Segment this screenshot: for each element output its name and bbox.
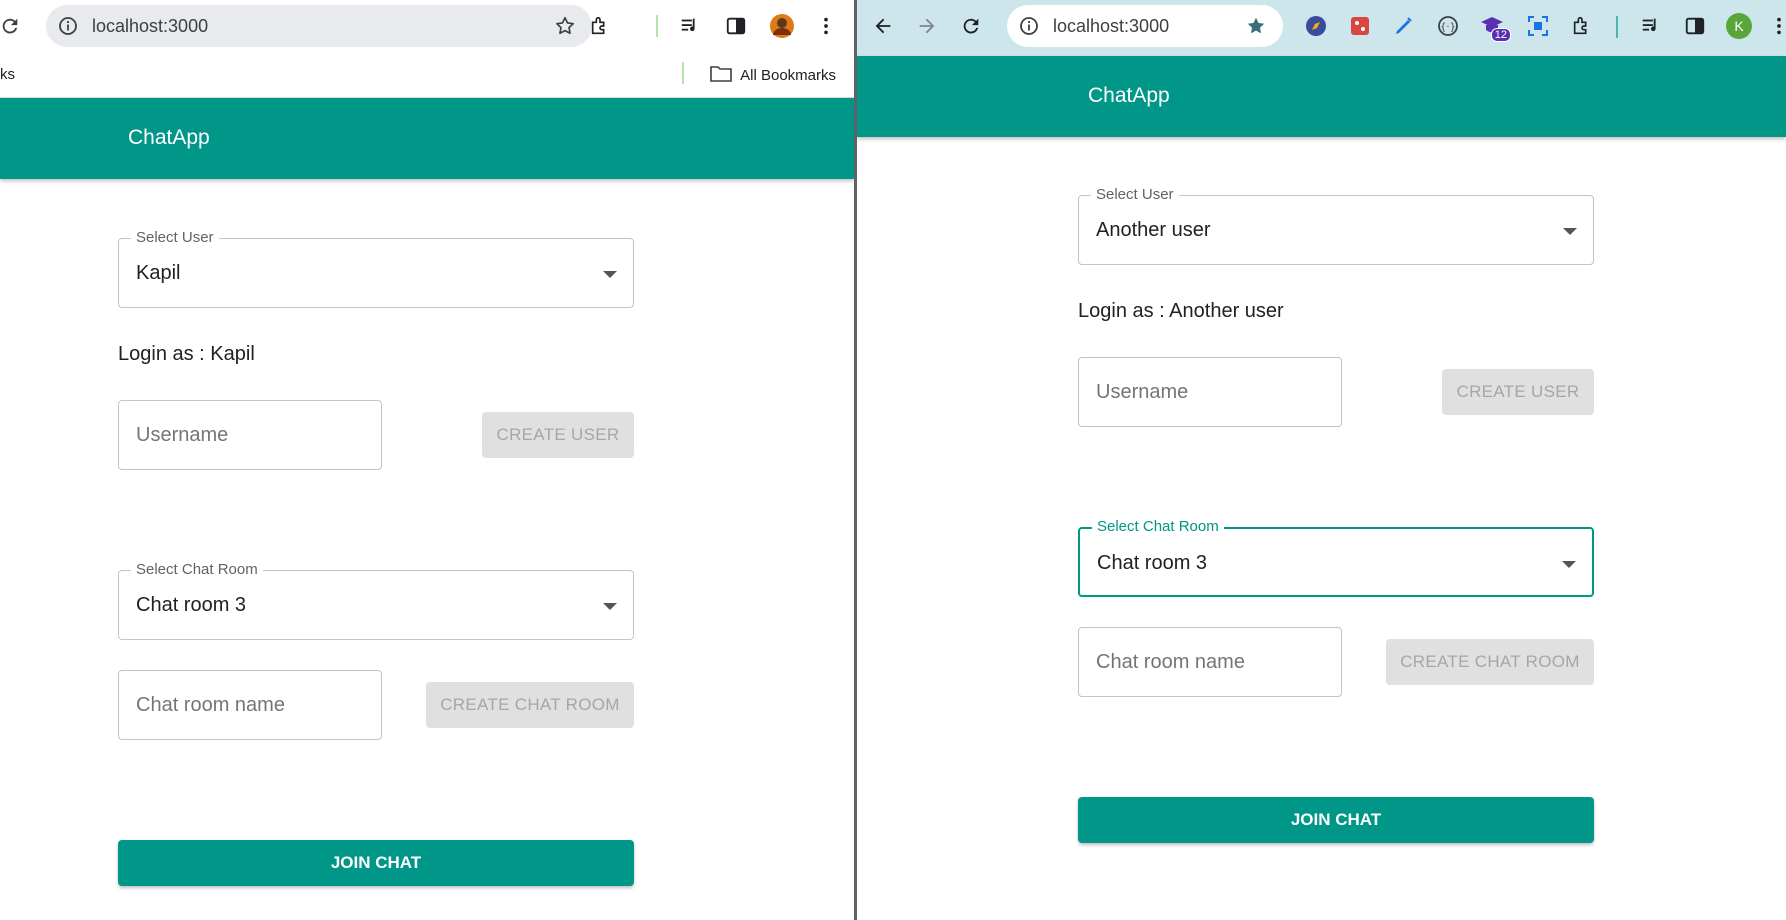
extension-badge: 12 [1490,28,1511,42]
menu-dots-icon[interactable] [1763,10,1786,42]
select-room-value: Chat room 3 [1097,552,1208,574]
app-bar: ChatApp [0,98,854,179]
dropdown-arrow-icon [1563,228,1577,235]
reload-icon[interactable] [0,10,26,42]
folder-icon [710,64,732,86]
screenshot-icon[interactable] [1522,10,1554,42]
login-as-text: Login as : Kapil [118,343,255,365]
create-user-button[interactable]: CREATE USER [1442,369,1594,415]
create-user-button[interactable]: CREATE USER [482,412,634,458]
bookmarks-bar: ks All Bookmarks [0,54,854,98]
site-info-icon[interactable] [56,14,80,38]
select-room-value: Chat room 3 [136,594,247,616]
dropdown-arrow-icon [1562,561,1576,568]
code-extension-icon[interactable]: {·} [1432,10,1464,42]
highlighter-icon[interactable] [1388,10,1420,42]
select-user-value: Another user [1096,219,1211,241]
side-panel-icon[interactable] [720,10,752,42]
dropdown-arrow-icon [603,271,617,278]
all-bookmarks-button[interactable]: All Bookmarks [710,64,836,86]
address-bar[interactable]: localhost:3000 [1007,5,1283,47]
browser-toolbar: localhost:3000 {·} 12 K [857,0,1786,56]
extensions-icon[interactable] [584,10,616,42]
profile-letter: K [1726,13,1752,39]
media-control-icon[interactable] [1635,10,1667,42]
site-info-icon[interactable] [1017,14,1041,38]
toolbar-separator [1616,16,1618,38]
create-chat-room-button[interactable]: CREATE CHAT ROOM [426,682,634,728]
select-user-dropdown[interactable]: Select User Another user [1078,186,1594,265]
username-input[interactable] [118,400,382,470]
media-control-icon[interactable] [674,10,706,42]
forward-icon[interactable] [911,10,943,42]
left-browser-window: localhost:3000 ks All Bookmarks ChatApp … [0,0,854,920]
login-as-text: Login as : Another user [1078,300,1284,322]
side-panel-icon[interactable] [1679,10,1711,42]
app-title: ChatApp [1088,84,1170,107]
chat-room-name-input[interactable] [1078,627,1342,697]
username-field[interactable] [119,401,381,469]
compass-extension-icon[interactable] [1300,10,1332,42]
bookmark-item[interactable]: ks [0,66,15,83]
url-text: localhost:3000 [92,15,209,36]
toolbar-separator [656,15,658,37]
svg-text:{·}: {·} [1440,22,1456,33]
app-title: ChatApp [128,126,210,149]
create-chat-room-button[interactable]: CREATE CHAT ROOM [1386,639,1594,685]
select-chat-room-dropdown[interactable]: Select Chat Room Chat room 3 [118,561,634,640]
profile-avatar[interactable]: K [1723,10,1755,42]
url-text: localhost:3000 [1053,15,1170,36]
right-browser-window: localhost:3000 {·} 12 K ChatApp Select U… [857,0,1786,920]
bookmark-star-icon[interactable] [550,11,580,41]
username-field[interactable] [1079,358,1341,426]
menu-dots-icon[interactable] [810,10,842,42]
chat-room-name-input[interactable] [118,670,382,740]
select-room-label: Select Chat Room [131,561,263,578]
join-chat-button[interactable]: JOIN CHAT [118,840,634,886]
select-chat-room-dropdown[interactable]: Select Chat Room Chat room 3 [1078,518,1594,597]
dropdown-arrow-icon [603,603,617,610]
back-icon[interactable] [867,10,899,42]
bookmark-star-icon[interactable] [1241,11,1271,41]
profile-avatar[interactable] [766,10,798,42]
select-user-label: Select User [1091,186,1179,203]
all-bookmarks-label: All Bookmarks [740,66,836,84]
app-bar: ChatApp [857,56,1786,137]
puzzle-extension-icon[interactable] [1344,10,1376,42]
username-input[interactable] [1078,357,1342,427]
extensions-icon[interactable] [1566,10,1598,42]
address-bar[interactable]: localhost:3000 [46,5,592,47]
join-chat-button[interactable]: JOIN CHAT [1078,797,1594,843]
browser-toolbar: localhost:3000 [0,0,854,54]
select-user-value: Kapil [136,262,181,284]
chat-room-name-field[interactable] [119,671,381,739]
select-room-label: Select Chat Room [1092,518,1224,535]
bookmarks-separator [682,62,684,84]
reload-icon[interactable] [955,10,987,42]
graduation-cap-icon[interactable]: 12 [1477,10,1511,42]
select-user-label: Select User [131,229,219,246]
select-user-dropdown[interactable]: Select User Kapil [118,229,634,308]
chat-room-name-field[interactable] [1079,628,1341,696]
